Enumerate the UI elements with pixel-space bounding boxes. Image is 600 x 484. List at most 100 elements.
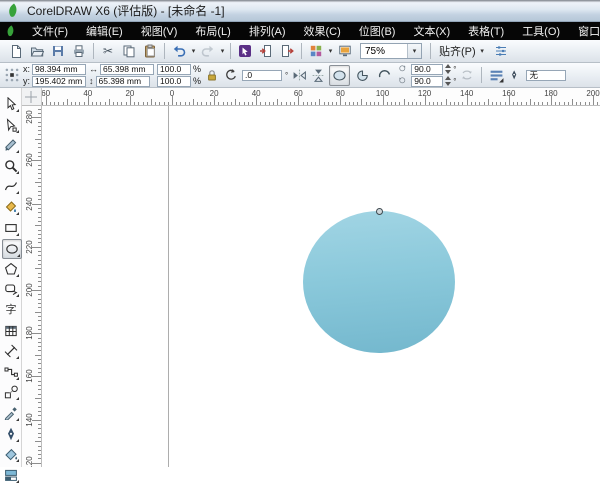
- ellipse-tool[interactable]: [2, 239, 22, 259]
- menu-item-window[interactable]: 窗口(W): [569, 22, 600, 40]
- text-tool[interactable]: 字: [2, 301, 20, 319]
- menu-item-layout[interactable]: 布局(L): [186, 22, 239, 40]
- toolbar-separator: [430, 43, 431, 59]
- crop-tool[interactable]: [2, 136, 20, 154]
- menu-item-file[interactable]: 文件(F): [23, 22, 77, 40]
- menu-item-table[interactable]: 表格(T): [459, 22, 513, 40]
- table-tool[interactable]: [2, 322, 20, 340]
- toolbar-separator: [93, 43, 94, 59]
- dropdown-arrow-icon[interactable]: ▾: [327, 47, 334, 55]
- ellipse-top-node[interactable]: [376, 208, 383, 215]
- undo-button[interactable]: [169, 41, 189, 61]
- color-eyedropper-tool[interactable]: [2, 404, 20, 422]
- zoom-dropdown-arrow-icon[interactable]: ▾: [407, 44, 421, 58]
- ruler-tick: [38, 195, 41, 196]
- menu-item-text[interactable]: 文本(X): [404, 22, 459, 40]
- rectangle-tool[interactable]: [2, 219, 20, 237]
- drawing-canvas[interactable]: [42, 106, 600, 467]
- zoom-level-combo[interactable]: 75% ▾: [360, 43, 422, 59]
- object-height-field[interactable]: [96, 76, 150, 87]
- snap-to-button[interactable]: 贴齐(P)▾: [435, 42, 490, 60]
- end-angle-spinner[interactable]: [445, 76, 451, 86]
- ruler-tick: [248, 102, 249, 105]
- outline-width-field[interactable]: [526, 70, 566, 81]
- menu-item-arrange[interactable]: 排列(A): [240, 22, 295, 40]
- freehand-tool[interactable]: [2, 177, 20, 195]
- scale-vertical-field[interactable]: [157, 76, 191, 87]
- pie-mode-button[interactable]: [353, 66, 372, 85]
- zoom-tool[interactable]: [2, 157, 20, 175]
- parallel-dimension-tool[interactable]: [2, 342, 20, 360]
- shape-tool[interactable]: [2, 116, 20, 134]
- basic-shapes-tool[interactable]: [2, 280, 20, 298]
- new-document-button[interactable]: [6, 41, 26, 61]
- interactive-fill-tool[interactable]: [2, 466, 20, 484]
- save-button[interactable]: [48, 41, 68, 61]
- menu-item-tools[interactable]: 工具(O): [513, 22, 569, 40]
- ruler-tick: [193, 99, 194, 105]
- ruler-tick: [151, 99, 152, 105]
- object-width-field[interactable]: [100, 64, 154, 75]
- cut-button[interactable]: ✂: [98, 41, 118, 61]
- lock-ratio-icon[interactable]: [204, 67, 220, 83]
- menu-item-bitmaps[interactable]: 位图(B): [350, 22, 405, 40]
- dropdown-arrow-icon[interactable]: ▾: [190, 47, 197, 55]
- mirror-horizontal-button[interactable]: [291, 67, 307, 83]
- print-button[interactable]: [69, 41, 89, 61]
- straight-line-connector-tool[interactable]: [2, 363, 20, 381]
- start-angle-field[interactable]: [411, 64, 443, 75]
- ruler-tick: [366, 102, 367, 105]
- scale-horizontal-field[interactable]: [157, 64, 191, 75]
- smart-fill-tool[interactable]: [2, 198, 20, 216]
- pick-tool[interactable]: [2, 95, 20, 113]
- ruler-tick: [54, 102, 55, 105]
- ruler-origin-box[interactable]: [22, 88, 42, 106]
- menu-item-view[interactable]: 视图(V): [132, 22, 187, 40]
- polygon-tool[interactable]: [2, 260, 20, 278]
- rotation-angle-field[interactable]: [242, 70, 282, 81]
- new-document-icon: [9, 44, 23, 58]
- ellipse-object[interactable]: [303, 211, 455, 353]
- redo-button[interactable]: [198, 41, 218, 61]
- vertical-ruler[interactable]: 120140160180200220240260280: [22, 106, 42, 467]
- object-width-icon: ↔: [89, 65, 98, 74]
- dropdown-arrow-icon[interactable]: ▾: [219, 47, 226, 55]
- ellipse-mode-button[interactable]: [329, 65, 350, 86]
- ruler-tick: [121, 102, 122, 105]
- ruler-tick: [176, 102, 177, 105]
- horizontal-ruler[interactable]: 604020020406080100120140160180200: [42, 88, 600, 106]
- app-launcher-button[interactable]: [306, 41, 326, 61]
- open-folder-button[interactable]: [27, 41, 47, 61]
- blend-tool[interactable]: [2, 383, 20, 401]
- paste-button[interactable]: [140, 41, 160, 61]
- ruler-tick: [38, 381, 41, 382]
- options-button[interactable]: [491, 41, 511, 61]
- x-position-field[interactable]: [32, 64, 86, 75]
- ruler-tick: [35, 268, 41, 269]
- dropdown-arrow-icon[interactable]: ▾: [479, 47, 486, 55]
- wrap-text-button[interactable]: [488, 67, 504, 83]
- ruler-tick: [446, 99, 447, 105]
- start-angle-spinner[interactable]: [445, 64, 451, 74]
- search-content-button[interactable]: [235, 41, 255, 61]
- import-button[interactable]: [256, 41, 276, 61]
- copy-button[interactable]: [119, 41, 139, 61]
- arc-mode-button[interactable]: [375, 66, 394, 85]
- mirror-vertical-button[interactable]: [310, 67, 326, 83]
- y-position-field[interactable]: [32, 76, 86, 87]
- fill-tool[interactable]: [2, 445, 20, 463]
- object-position-icon: [4, 67, 20, 83]
- ruler-label: 80: [329, 89, 351, 98]
- change-direction-button[interactable]: [459, 67, 475, 83]
- ruler-tick: [235, 99, 236, 105]
- ruler-tick: [38, 173, 41, 174]
- ruler-tick: [100, 102, 101, 105]
- welcome-screen-button[interactable]: [335, 41, 355, 61]
- outline-pen-tool[interactable]: [2, 425, 20, 443]
- menu-item-effects[interactable]: 效果(C): [295, 22, 350, 40]
- end-angle-field[interactable]: [411, 76, 443, 87]
- export-button[interactable]: [277, 41, 297, 61]
- ruler-tick: [38, 329, 41, 330]
- zoom-level-value: 75%: [365, 46, 385, 57]
- menu-item-edit[interactable]: 编辑(E): [77, 22, 132, 40]
